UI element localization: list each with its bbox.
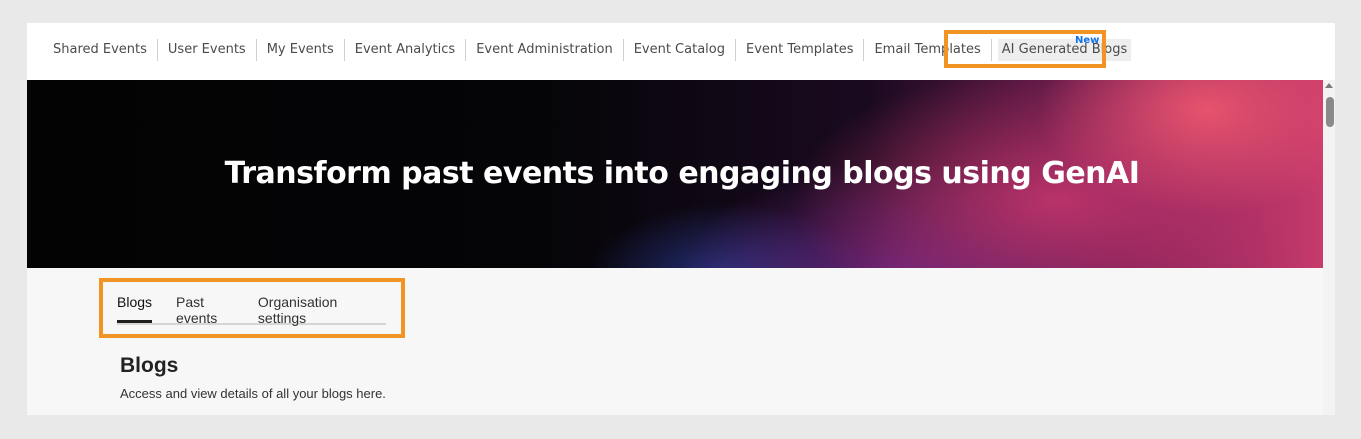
tab-bar: Blogs Past events Organisation settings [117,289,386,326]
tab-organisation-settings[interactable]: Organisation settings [258,289,362,326]
tab-past-events[interactable]: Past events [176,289,234,326]
section-title: Blogs [120,354,179,377]
tab-blogs[interactable]: Blogs [117,289,153,323]
main-content: Blogs Past events Organisation settings … [27,268,1323,415]
nav-item-email-templates[interactable]: Email Templates [864,39,992,61]
hero-banner: Transform past events into engaging blog… [27,80,1323,268]
scroll-up-arrow-icon[interactable] [1325,83,1333,88]
new-badge: New [1075,35,1100,46]
nav-item-event-templates[interactable]: Event Templates [736,39,865,61]
nav-item-event-analytics[interactable]: Event Analytics [345,39,467,61]
top-navigation: Shared Events User Events My Events Even… [27,23,1335,80]
nav-item-ai-generated-blogs[interactable]: AI Generated Blogs [997,39,1132,61]
nav-item-my-events[interactable]: My Events [257,39,345,61]
app-window: Shared Events User Events My Events Even… [27,23,1335,415]
nav-list: Shared Events User Events My Events Even… [43,39,1132,61]
nav-item-user-events[interactable]: User Events [158,39,257,61]
scrollbar-thumb[interactable] [1326,97,1334,127]
vertical-scrollbar[interactable] [1323,80,1335,415]
section-description: Access and view details of all your blog… [120,386,386,401]
nav-item-event-catalog[interactable]: Event Catalog [624,39,736,61]
nav-item-shared-events[interactable]: Shared Events [43,39,158,61]
nav-item-event-administration[interactable]: Event Administration [466,39,624,61]
hero-title: Transform past events into engaging blog… [224,156,1140,191]
